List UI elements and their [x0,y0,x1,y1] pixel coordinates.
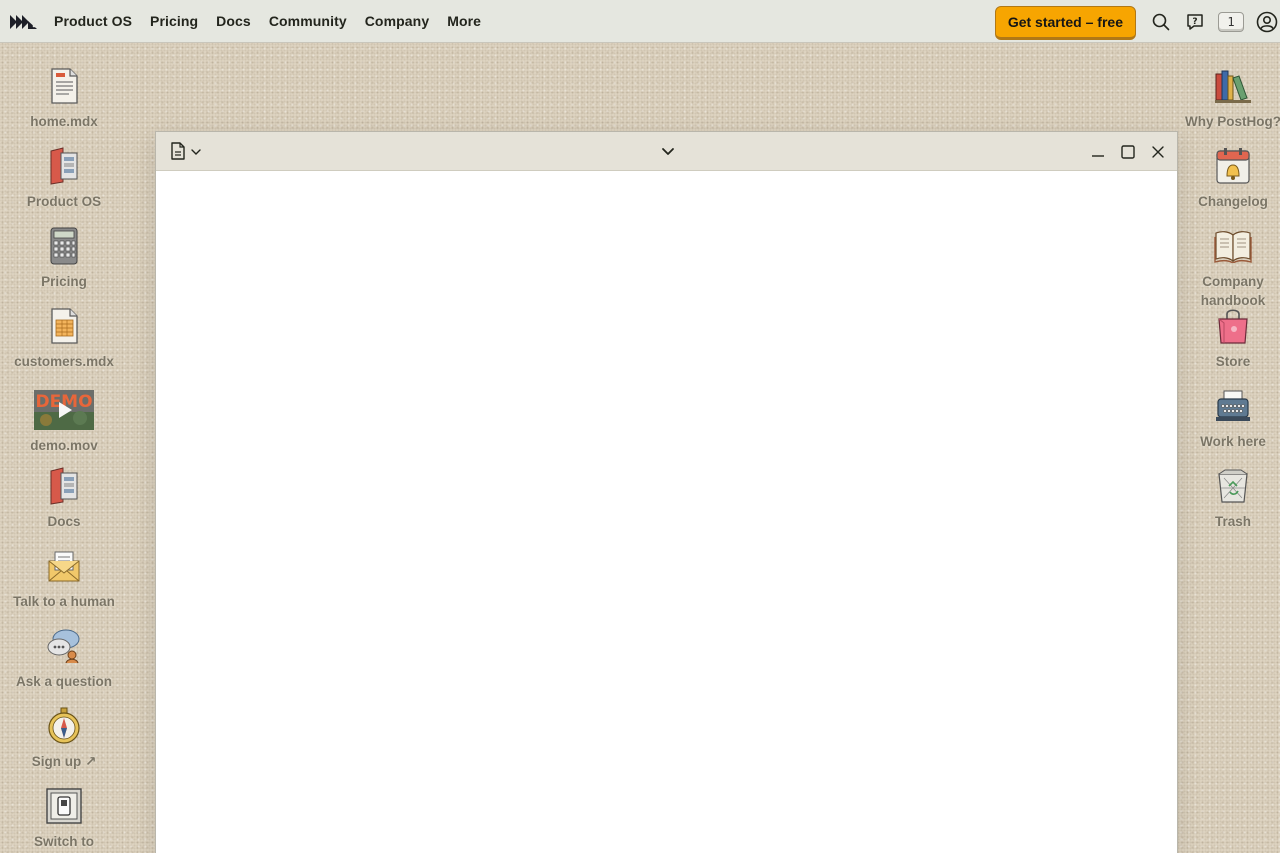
typewriter-icon [1213,386,1253,426]
desktop-icon-why-posthog[interactable]: Why PostHog? [1169,66,1280,131]
desktop-icon-label: Talk to a human [13,594,115,609]
desktop-icon-label: Changelog [1198,194,1268,209]
desktop-icon-pricing[interactable]: Pricing [0,226,128,291]
desktop-icon-company-handbook[interactable]: Company handbook [1169,226,1280,310]
docs-icon [44,466,84,506]
top-nav-actions: Get started – free ? 1 [994,0,1280,43]
desktop-icon-label: Sign up ↗ [31,754,97,769]
nav-community[interactable]: Community [269,13,347,29]
desktop-icon-talk-to-a-human[interactable]: Talk to a human [0,546,128,611]
trash-icon [1213,466,1253,506]
desktop-icon-home-mdx[interactable]: home.mdx [0,66,128,131]
chevron-down-icon [190,145,202,163]
desktop-icon-label: home.mdx [30,114,98,129]
window-content [156,171,1177,853]
maximize-button[interactable] [1117,141,1139,163]
desktop-icon-label: Trash [1214,514,1252,529]
nav-docs[interactable]: Docs [216,13,251,29]
nav-company[interactable]: Company [365,13,430,29]
desktop-icon-switch-to[interactable]: Switch to [0,786,128,851]
desktop-icon-label: Store [1215,354,1251,369]
top-nav-bar: Product OS Pricing Docs Community Compan… [0,0,1280,43]
envelope-icon [44,546,84,586]
window-title-dropdown[interactable] [658,142,678,167]
desktop-icon-label: Docs [47,514,81,529]
desktop-icon-changelog[interactable]: Changelog [1169,146,1280,211]
desktop-icon-sign-up[interactable]: Sign up ↗ [0,706,128,771]
search-icon[interactable] [1150,11,1172,33]
switch-icon [44,786,84,826]
document-icon [44,66,84,106]
books-icon [1213,66,1253,106]
desktop-icon-label: demo.mov [30,438,98,453]
desktop-icon-label: Ask a question [15,674,113,689]
desktop-icon-trash[interactable]: Trash [1169,466,1280,531]
posthog-logo-icon[interactable] [10,11,40,31]
spreadsheet-icon [44,306,84,346]
desktop-icon-customers-mdx[interactable]: customers.mdx [0,306,128,371]
app-window [155,131,1178,853]
nav-product-os[interactable]: Product OS [54,13,132,29]
get-started-button[interactable]: Get started – free [994,5,1136,40]
desktop-icon-label: Work here [1200,434,1266,449]
window-controls [1079,141,1169,163]
document-icon [170,142,186,165]
desktop-icon-label: Switch to [34,834,94,849]
desktop-icon-label: Company handbook [1200,274,1266,308]
nav-more[interactable]: More [447,13,481,29]
user-profile-icon[interactable] [1256,11,1278,33]
compass-icon [44,706,84,746]
desktop-icon-label: Pricing [41,274,87,289]
desktop-icon-work-here[interactable]: Work here [1169,386,1280,451]
product-os-icon [44,146,84,186]
main-nav: Product OS Pricing Docs Community Compan… [54,13,499,29]
svg-text:?: ? [1192,17,1197,27]
desktop-icon-label: customers.mdx [14,354,114,369]
close-button[interactable] [1147,141,1169,163]
desktop-icon-docs[interactable]: Docs [0,466,128,531]
window-title-bar[interactable] [156,132,1177,171]
desktop-icon-label: Product OS [26,194,102,209]
shopping-bag-icon [1213,306,1253,346]
calculator-icon [44,226,84,266]
desktop-icon-store[interactable]: Store [1169,306,1280,371]
desktop-icon-product-os[interactable]: Product OS [0,146,128,211]
desktop-icon-label: Why PostHog? [1185,114,1280,129]
nav-pricing[interactable]: Pricing [150,13,198,29]
help-icon[interactable]: ? [1184,11,1206,33]
notification-badge[interactable]: 1 [1218,11,1244,32]
open-book-icon [1213,226,1253,266]
window-document-menu[interactable] [170,142,202,165]
video-icon: DEMO [34,390,94,430]
chevron-down-icon [658,148,678,166]
calendar-bell-icon [1213,146,1253,186]
minimize-button[interactable] [1087,141,1109,163]
chat-bubbles-icon [44,626,84,666]
desktop-icon-demo-mov[interactable]: DEMO demo.mov [0,390,128,455]
desktop-icon-ask-a-question[interactable]: Ask a question [0,626,128,691]
